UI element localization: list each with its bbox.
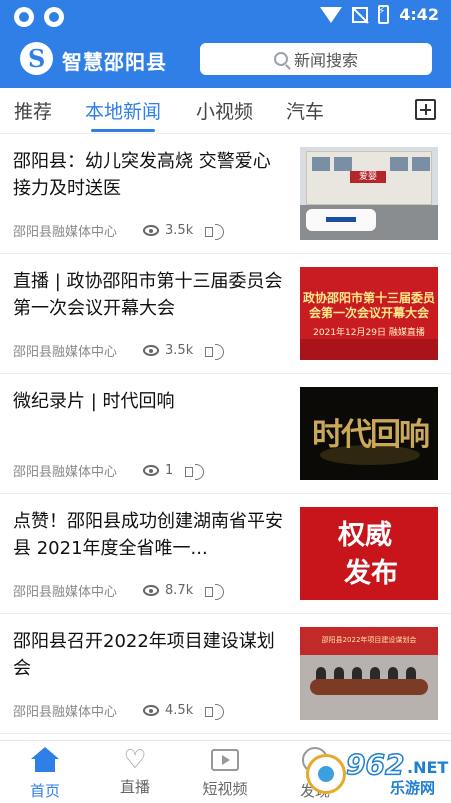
eye-icon [143,465,160,476]
speaker-icon[interactable] [205,222,225,240]
thumbnail-banner: 邵阳县2022年项目建设谋划会 [321,636,417,644]
police-car-image [306,209,376,231]
watermark-logo-icon [306,754,346,794]
eye-icon [143,585,160,596]
news-item[interactable]: 直播 | 政协邵阳市第十三届委员会第一次会议开幕大会 邵阳县融媒体中心 3.5k… [0,254,451,374]
news-list: 邵阳县：幼儿突发高烧 交警爱心接力及时送医 邵阳县融媒体中心 3.5k 爱婴 直… [0,134,451,734]
no-signal-icon [352,6,369,23]
battery-charging-icon [378,5,390,24]
news-item[interactable]: 邵阳县召开2022年项目建设谋划会 邵阳县融媒体中心 4.5k 邵阳县2022年… [0,614,451,734]
view-count: 4.5k [165,703,194,718]
news-source: 邵阳县融媒体中心 [13,225,118,240]
home-icon [31,747,59,773]
wifi-icon [320,6,343,23]
news-thumbnail: 时代回响 [300,387,438,480]
news-source: 邵阳县融媒体中心 [13,585,118,600]
nav-short-video[interactable]: 短视频 [185,747,265,799]
eye-icon [143,345,160,356]
news-thumbnail: 爱婴 [300,147,438,240]
add-tab-icon[interactable] [415,99,436,120]
search-box[interactable]: 新闻搜索 [200,43,432,75]
thumbnail-subtext: 2021年12月29日 融媒直播 [313,328,425,338]
view-count: 3.5k [165,343,194,358]
eye-icon [143,225,160,236]
thumbnail-headline: 权威 [338,520,392,551]
watermark-name: 乐游网 [390,779,436,797]
news-item[interactable]: 邵阳县：幼儿突发高烧 交警爱心接力及时送医 邵阳县融媒体中心 3.5k 爱婴 [0,134,451,254]
app-header: 智慧邵阳县 新闻搜索 [0,34,451,88]
news-thumbnail: 权威 发布 [300,507,438,600]
eye-icon [143,705,160,716]
watermark-suffix: .NET [407,758,449,777]
view-count: 8.7k [165,583,194,598]
search-placeholder: 新闻搜索 [293,51,358,70]
status-bar: 4:42 [0,0,451,34]
app-title: 智慧邵阳县 [62,50,167,74]
notification-icon [44,7,64,27]
notification-icon [14,7,34,27]
nav-label: 直播 [119,778,150,796]
news-item[interactable]: 点赞！邵阳县成功创建湖南省平安县 2021年度全省唯一... 邵阳县融媒体中心 … [0,494,451,614]
tab-recommend[interactable]: 推荐 [14,97,52,124]
tab-local-news[interactable]: 本地新闻 [85,97,161,124]
view-count: 1 [165,463,174,478]
thumbnail-headline: 政协邵阳市第十三届委员会第一次会议开幕大会 [302,291,435,320]
news-source: 邵阳县融媒体中心 [13,345,118,360]
news-title: 邵阳县召开2022年项目建设谋划会 [13,631,275,679]
tab-auto[interactable]: 汽车 [286,97,324,124]
heart-icon: ♡ [123,745,147,775]
status-time: 4:42 [399,5,439,24]
view-count: 3.5k [165,223,194,238]
thumbnail-sign: 爱婴 [350,171,386,183]
video-icon [211,749,239,771]
news-title: 微纪录片 | 时代回响 [13,391,175,412]
thumbnail-headline: 发布 [344,558,398,589]
tab-short-video[interactable]: 小视频 [196,97,253,124]
nav-live[interactable]: ♡ 直播 [95,747,175,797]
search-icon [273,52,288,66]
category-tabs: 推荐 本地新闻 小视频 汽车 [0,88,451,134]
news-thumbnail: 邵阳县2022年项目建设谋划会 [300,627,438,720]
news-title: 邵阳县：幼儿突发高烧 交警爱心接力及时送医 [13,151,271,199]
speaker-icon[interactable] [205,702,225,720]
site-watermark: 962 .NET 乐游网 [300,747,449,798]
active-tab-indicator [91,129,155,132]
nav-label: 首页 [29,782,60,800]
news-title: 直播 | 政协邵阳市第十三届委员会第一次会议开幕大会 [13,271,283,319]
nav-home[interactable]: 首页 [5,747,85,801]
news-source: 邵阳县融媒体中心 [13,465,118,480]
news-item[interactable]: 微纪录片 | 时代回响 邵阳县融媒体中心 1 时代回响 [0,374,451,494]
news-thumbnail: 政协邵阳市第十三届委员会第一次会议开幕大会 2021年12月29日 融媒直播 [300,267,438,360]
speaker-icon[interactable] [185,462,205,480]
app-logo-icon [20,42,53,75]
news-source: 邵阳县融媒体中心 [13,705,118,720]
nav-label: 短视频 [202,780,248,798]
news-title: 点赞！邵阳县成功创建湖南省平安县 2021年度全省唯一... [13,511,283,559]
speaker-icon[interactable] [205,582,225,600]
speaker-icon[interactable] [205,342,225,360]
thumbnail-headline: 时代回响 [312,417,430,453]
